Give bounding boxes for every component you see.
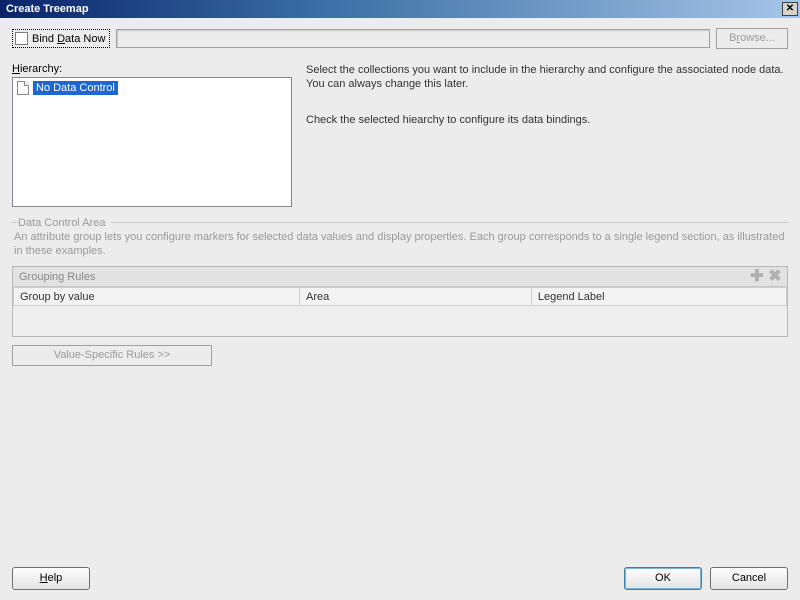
data-control-area-legend: Data Control Area	[18, 217, 788, 229]
help-button[interactable]: Help	[12, 567, 90, 590]
info-text-1: Select the collections you want to inclu…	[306, 63, 788, 91]
col-group-by-value[interactable]: Group by value	[14, 288, 300, 306]
value-specific-rules-button: Value-Specific Rules >>	[12, 345, 212, 366]
titlebar: Create Treemap ✕	[0, 0, 800, 18]
title-text: Create Treemap	[6, 3, 89, 15]
checkbox-box-icon	[15, 32, 28, 45]
button-bar: Help OK Cancel	[12, 567, 788, 590]
document-icon	[17, 81, 29, 95]
grouping-rules-body[interactable]	[13, 306, 787, 336]
data-path-input	[116, 29, 710, 48]
grouping-header-icons: ✚ ✖	[749, 269, 783, 285]
tree-item-label: No Data Control	[33, 81, 118, 95]
grouping-rules-header: Grouping Rules ✚ ✖	[13, 267, 787, 287]
cancel-button[interactable]: Cancel	[710, 567, 788, 590]
close-icon[interactable]: ✕	[782, 2, 798, 16]
col-area[interactable]: Area	[300, 288, 532, 306]
grouping-rules-panel: Grouping Rules ✚ ✖ Group by value Area L…	[12, 266, 788, 337]
dialog-body: Bind Data Now Browse... Hierarchy: No Da…	[0, 18, 800, 600]
ok-button[interactable]: OK	[624, 567, 702, 590]
delete-icon: ✖	[767, 269, 783, 285]
col-legend-label[interactable]: Legend Label	[531, 288, 786, 306]
hierarchy-tree[interactable]: No Data Control	[12, 77, 292, 207]
grouping-rules-title: Grouping Rules	[19, 271, 95, 283]
tree-item[interactable]: No Data Control	[15, 80, 289, 96]
mid-section: Hierarchy: No Data Control Select the co…	[0, 57, 800, 213]
hierarchy-column: Hierarchy: No Data Control	[12, 57, 292, 207]
grouping-rules-table: Group by value Area Legend Label	[13, 287, 787, 306]
info-text-2: Check the selected hiearchy to configure…	[306, 113, 788, 127]
bind-data-now-label: Bind Data Now	[32, 33, 107, 45]
bind-data-now-checkbox[interactable]: Bind Data Now	[12, 29, 110, 48]
add-icon: ✚	[749, 269, 765, 285]
attribute-group-description: An attribute group lets you configure ma…	[0, 230, 800, 266]
hierarchy-label: Hierarchy:	[12, 63, 292, 75]
divider	[12, 222, 788, 223]
top-row: Bind Data Now Browse...	[0, 18, 800, 57]
browse-button: Browse...	[716, 28, 788, 49]
info-column: Select the collections you want to inclu…	[306, 57, 788, 207]
